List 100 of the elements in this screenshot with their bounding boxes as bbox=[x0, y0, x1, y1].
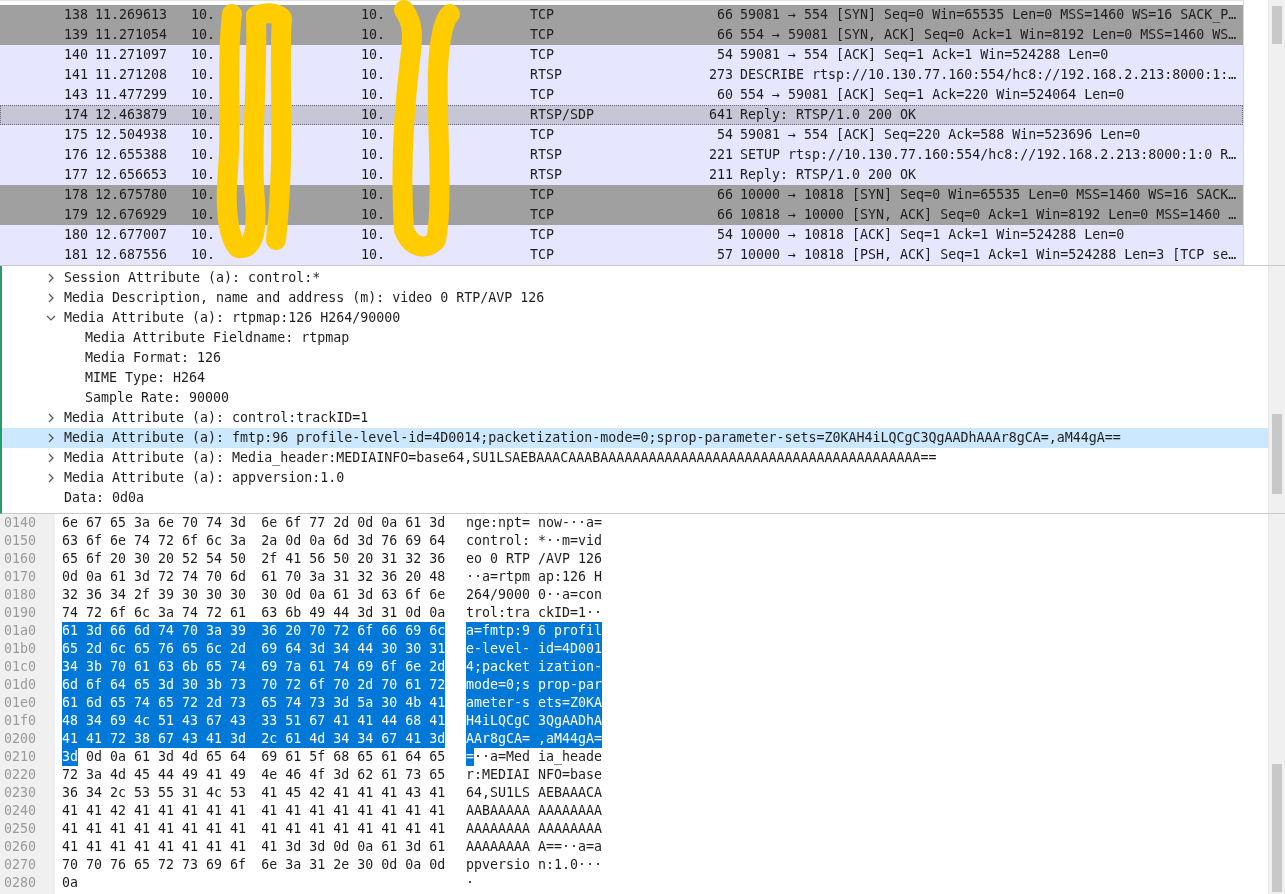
packet-row[interactable]: 174 12.463879 10. 10. RTSP/SDP 641 Reply: RTSP/1.0 200 OK bbox=[0, 105, 1244, 125]
packet-destination: 10. bbox=[360, 186, 386, 204]
packet-info: 554 → 59081 [ACK] Seq=1 Ack=220 Win=524064 Len=0 bbox=[739, 86, 1125, 104]
detail-line[interactable]: Media Attribute Fieldname: rtpmap bbox=[2, 328, 1268, 348]
detail-text: Media Attribute (a): Media_header:MEDIAINFO=base64,SU1LSAEBAAACAAABAAAAAAAAAAAAAAAAAAAAAAAAAAAAAAAAAAAAAAAA== bbox=[64, 449, 937, 468]
packet-time: 12.677007 bbox=[94, 226, 168, 244]
detail-line[interactable]: Media Format: 126 bbox=[2, 348, 1268, 368]
packet-info: DESCRIBE rtsp://10.130.77.160:554/hc8://192.168.2.213:8000:1:… bbox=[739, 66, 1237, 84]
ascii-text: AEBAAACA bbox=[538, 784, 603, 802]
packet-row[interactable]: 176 12.655388 10. 10. RTSP 221 SETUP rtsp://10.130.77.160:554/hc8://192.168.2.213:8000:1:0 R… bbox=[0, 145, 1244, 165]
packet-row[interactable]: 143 11.477299 10. 10. TCP 60 554 → 59081 [ACK] Seq=1 Ack=220 Win=524064 Len=0 bbox=[0, 85, 1244, 105]
packet-info: 10000 → 10818 [SYN] Seq=0 Win=65535 Len=0 MSS=1460 WS=16 SACK… bbox=[739, 186, 1237, 204]
hex-bytes: 63 6b 49 44 3d 31 0d 0a bbox=[261, 604, 446, 622]
packet-row[interactable]: 181 12.687556 10. 10. TCP 57 10000 → 10818 [PSH, ACK] Seq=1 Ack=1 Win=524288 Len=3 [TCP se… bbox=[0, 245, 1244, 265]
hex-bytes: 65 6f 20 30 20 52 54 50 bbox=[62, 550, 247, 568]
detail-line[interactable]: MIME Type: H264 bbox=[2, 368, 1268, 388]
ascii-text: control: bbox=[466, 532, 531, 550]
collapsed-chevron-icon[interactable] bbox=[46, 473, 56, 483]
packet-row[interactable]: 140 11.271097 10. 10. TCP 54 59081 → 554 [ACK] Seq=1 Ack=1 Win=524288 Len=0 bbox=[0, 45, 1244, 65]
ascii-text: eo 0 RTP bbox=[466, 550, 531, 568]
ascii-text: ppversio bbox=[466, 856, 531, 874]
packet-protocol: TCP bbox=[529, 186, 555, 204]
hex-bytes: 63 6f 6e 74 72 6f 6c 3a bbox=[62, 532, 247, 550]
packet-time: 12.687556 bbox=[94, 246, 168, 264]
hex-bytes: 2f 41 56 50 20 31 32 36 bbox=[261, 550, 446, 568]
packet-row[interactable]: 178 12.675780 10. 10. TCP 66 10000 → 10818 [SYN] Seq=0 Win=65535 Len=0 MSS=1460 WS=16 SACK… bbox=[0, 185, 1244, 205]
hex-bytes: 36 34 2c 53 55 31 4c 53 bbox=[62, 784, 247, 802]
scrollbar-thumb[interactable] bbox=[1272, 414, 1282, 494]
hex-bytes: 41 41 41 41 41 41 41 41 bbox=[261, 820, 446, 838]
packet-row[interactable]: 139 11.271054 10. 10. TCP 66 554 → 59081 [SYN, ACK] Seq=0 Ack=1 Win=8192 Len=0 MSS=1460 WS… bbox=[0, 25, 1244, 45]
packet-row[interactable]: 138 11.269613 10. 10. TCP 66 59081 → 554 [SYN] Seq=0 Win=65535 Len=0 MSS=1460 WS=16 SACK_P… bbox=[0, 5, 1244, 25]
detail-line[interactable]: Session Attribute (a): control:* bbox=[2, 268, 1268, 288]
packet-length: 641 bbox=[708, 106, 734, 124]
detail-line[interactable]: Media Attribute (a): Media_header:MEDIAINFO=base64,SU1LSAEBAAACAAABAAAAAAAAAAAAAAAAAAAAAAAAAAAAAAAAAAAAAAAA== bbox=[2, 448, 1268, 468]
packet-row[interactable]: 180 12.677007 10. 10. TCP 54 10000 → 10818 [ACK] Seq=1 Ack=1 Win=524288 Len=0 bbox=[0, 225, 1244, 245]
hex-scrollbar[interactable] bbox=[1268, 514, 1285, 894]
packet-number: 143 bbox=[63, 86, 89, 104]
packet-source: 10. bbox=[190, 166, 216, 184]
detail-line[interactable]: Sample Rate: 90000 bbox=[2, 388, 1268, 408]
packet-number: 141 bbox=[63, 66, 89, 84]
collapsed-chevron-icon[interactable] bbox=[46, 293, 56, 303]
hex-bytes: 2a 0d 0a 6d 3d 76 69 64 bbox=[261, 532, 446, 550]
ascii-text: AABAAAAA bbox=[466, 802, 531, 820]
packet-time: 12.463879 bbox=[94, 106, 168, 124]
hex-bytes: 4e 46 4f 3d 62 61 73 65 bbox=[261, 766, 446, 784]
packet-source: 10. bbox=[190, 6, 216, 24]
collapsed-chevron-icon[interactable] bbox=[46, 453, 56, 463]
packet-info: 59081 → 554 [ACK] Seq=1 Ack=1 Win=524288 Len=0 bbox=[739, 46, 1109, 64]
packet-length: 54 bbox=[717, 46, 734, 64]
packet-row[interactable]: 141 11.271208 10. 10. RTSP 273 DESCRIBE rtsp://10.130.77.160:554/hc8://192.168.2.213:8000:1:… bbox=[0, 65, 1244, 85]
packet-protocol: TCP bbox=[529, 126, 555, 144]
detail-line[interactable]: Media Attribute (a): control:trackID=1 bbox=[2, 408, 1268, 428]
packet-length: 60 bbox=[717, 86, 734, 104]
hex-bytes: 36 20 70 72 6f 66 69 6c bbox=[261, 622, 446, 640]
ascii-text: id=4D001 bbox=[538, 640, 603, 658]
hex-bytes: 30 0d 0a 61 3d 63 6f 6e bbox=[261, 586, 446, 604]
packet-protocol: RTSP/SDP bbox=[529, 106, 595, 124]
scrollbar-thumb[interactable] bbox=[1272, 6, 1282, 44]
packet-protocol: TCP bbox=[529, 26, 555, 44]
packet-row[interactable]: 179 12.676929 10. 10. TCP 66 10818 → 10000 [SYN, ACK] Seq=0 Ack=1 Win=8192 Len=0 MSS=1460 … bbox=[0, 205, 1244, 225]
byte-offset: 01e0 bbox=[3, 694, 38, 712]
ascii-text: 6 profil bbox=[538, 622, 603, 640]
collapsed-chevron-icon[interactable] bbox=[46, 433, 56, 443]
detail-text: Media Format: 126 bbox=[85, 349, 222, 367]
packet-protocol: RTSP bbox=[529, 166, 563, 184]
packet-destination: 10. bbox=[360, 46, 386, 64]
packet-info: 10818 → 10000 [SYN, ACK] Seq=0 Ack=1 Win=8192 Len=0 MSS=1460 … bbox=[739, 206, 1237, 224]
ascii-text: 4;packet bbox=[466, 658, 539, 676]
packet-number: 174 bbox=[63, 106, 89, 124]
hex-bytes: 61 70 3a 31 32 36 20 48 bbox=[261, 568, 446, 586]
scrollbar-thumb[interactable] bbox=[1272, 764, 1282, 892]
packet-row[interactable]: 175 12.504938 10. 10. TCP 54 59081 → 554 [ACK] Seq=220 Ack=588 Win=523696 Len=0 bbox=[0, 125, 1244, 145]
packet-list-scrollbar[interactable] bbox=[1268, 0, 1285, 265]
packet-info: 59081 → 554 [SYN] Seq=0 Win=65535 Len=0 MSS=1460 WS=16 SACK_P… bbox=[739, 6, 1237, 25]
byte-offset: 0240 bbox=[3, 802, 38, 820]
ascii-text: ameter-s bbox=[466, 694, 539, 712]
detail-line[interactable]: Media Attribute (a): rtpmap:126 H264/90000 bbox=[2, 308, 1268, 328]
collapsed-chevron-icon[interactable] bbox=[46, 413, 56, 423]
byte-offset: 0140 bbox=[3, 514, 38, 532]
byte-offset: 0200 bbox=[3, 730, 38, 748]
packet-info: 10000 → 10818 [PSH, ACK] Seq=1 Ack=1 Win=524288 Len=3 [TCP se… bbox=[739, 246, 1237, 264]
packet-info: 10000 → 10818 [ACK] Seq=1 Ack=1 Win=524288 Len=0 bbox=[739, 226, 1125, 244]
byte-offset: 01a0 bbox=[3, 622, 38, 640]
ascii-text: now-··a= bbox=[538, 514, 603, 532]
hex-bytes: 41 41 41 41 41 41 41 41 bbox=[261, 802, 446, 820]
packet-row[interactable]: 177 12.656653 10. 10. RTSP 211 Reply: RTSP/1.0 200 OK bbox=[0, 165, 1244, 185]
detail-line[interactable]: Data: 0d0a bbox=[2, 488, 1268, 508]
hex-bytes: 74 72 6f 6c 3a 74 72 61 bbox=[62, 604, 247, 622]
packet-length: 57 bbox=[717, 246, 734, 264]
hex-bytes: 2c 61 4d 34 34 67 41 3d bbox=[261, 730, 446, 748]
packet-number: 139 bbox=[63, 26, 89, 44]
collapsed-chevron-icon[interactable] bbox=[46, 273, 56, 283]
details-scrollbar[interactable] bbox=[1268, 266, 1285, 513]
detail-line[interactable]: Media Attribute (a): appversion:1.0 bbox=[2, 468, 1268, 488]
expanded-chevron-icon[interactable] bbox=[46, 313, 56, 323]
detail-line[interactable]: Media Description, name and address (m): video 0 RTP/AVP 126 bbox=[2, 288, 1268, 308]
ascii-text: e-level- bbox=[466, 640, 539, 658]
packet-length: 54 bbox=[717, 226, 734, 244]
byte-offset: 0280 bbox=[3, 874, 38, 892]
packet-time: 11.271097 bbox=[94, 46, 168, 64]
